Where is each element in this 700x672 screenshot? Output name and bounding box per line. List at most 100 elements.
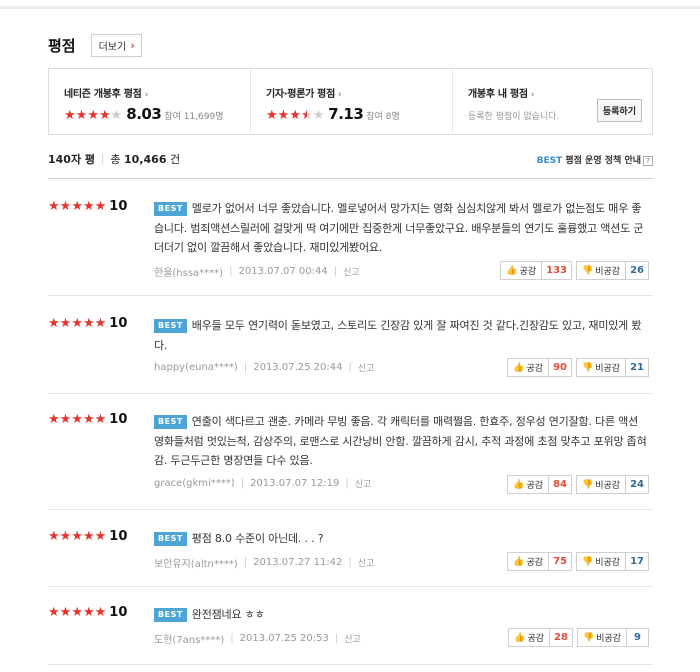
critic-rating-link[interactable]: 기자·평론가 평점 ›: [266, 85, 452, 100]
review-stars: ★ ★ ★ ★ ★: [48, 604, 106, 620]
review-text: 멜로가 없어서 너무 좋았습니다. 멜로넣어서 망가지는 영화 심심치않게 봐서…: [154, 202, 644, 254]
review-author[interactable]: 보안유지(altn****): [154, 555, 238, 570]
register-rating-button[interactable]: 등록하기: [596, 99, 642, 122]
agree-label: 공감: [526, 481, 544, 491]
agree-button[interactable]: 👍 공감 133: [500, 261, 573, 280]
my-rating-link[interactable]: 개봉후 내 평점 ›: [468, 85, 652, 100]
review-divider: [48, 393, 653, 394]
star-icon: ★: [48, 315, 60, 331]
review-divider: [48, 586, 653, 587]
report-link[interactable]: 신고: [358, 556, 375, 569]
star-icon: ★: [94, 411, 107, 427]
thumbs-down-icon: 👎: [582, 362, 594, 373]
review-date: 2013.07.25 20:44: [253, 362, 343, 373]
star-icon: ★: [71, 528, 83, 544]
chevron-right-icon: ›: [130, 39, 135, 52]
agree-count: 133: [541, 262, 571, 279]
star-icon: ★: [82, 315, 95, 331]
review-stars: ★ ★ ★ ★ ★: [48, 315, 107, 331]
star-icon: ★: [82, 528, 95, 544]
total-prefix: 총: [110, 153, 121, 166]
thumbs-down-icon: 👎: [582, 632, 595, 643]
disagree-button[interactable]: 👎 비공감 24: [576, 475, 649, 494]
star-icon: ★: [300, 108, 313, 123]
disagree-button[interactable]: 👎 비공감 17: [576, 552, 649, 571]
critic-rating-label: 기자·평론가 평점: [266, 89, 335, 100]
help-icon[interactable]: ?: [643, 155, 653, 166]
review-author[interactable]: 도현(7ans****): [154, 631, 224, 646]
top-divider: [0, 6, 700, 9]
critic-rating: 기자·평론가 평점 › ★ ★ ★ ★ ★ 7.13 참여 8명: [250, 69, 452, 134]
review-text: 연출이 색다르고 괜춘. 카메라 무빙 좋음. 각 캐릭터를 매력쩔음. 한효주…: [154, 415, 647, 467]
disagree-count: 9: [626, 629, 648, 646]
star-icon: ★: [87, 108, 99, 123]
star-icon: ★: [289, 108, 301, 123]
netizen-count: 참여 11,699명: [164, 112, 224, 122]
policy-link[interactable]: BEST 평점 운영 정책 안내?: [537, 153, 653, 166]
review-date: 2013.07.25 20:53: [239, 632, 329, 644]
disagree-button[interactable]: 👎 비공감 9: [576, 628, 649, 647]
review-score: 10: [109, 529, 128, 544]
star-icon: ★: [277, 108, 290, 123]
agree-button[interactable]: 👍 공감 84: [507, 475, 573, 494]
review-type: 140자 평: [48, 153, 96, 166]
netizen-rating-link[interactable]: 네티즌 개봉후 평점 ›: [64, 85, 250, 100]
arrow-right-icon: ›: [144, 90, 149, 100]
star-rating: ★ ★ ★ ★ ★: [266, 109, 324, 123]
thumbs-up-icon: 👍: [513, 556, 525, 567]
best-badge: BEST: [154, 319, 187, 333]
agree-label: 공감: [526, 364, 544, 374]
total-unit: 건: [169, 153, 181, 166]
thumbs-up-icon: 👍: [514, 632, 526, 643]
review-author[interactable]: 한울(hssa****): [154, 264, 223, 279]
review-stars: ★ ★ ★ ★ ★: [48, 411, 107, 427]
disagree-count: 21: [625, 359, 648, 376]
review-stars: ★ ★ ★ ★ ★: [48, 198, 107, 214]
star-icon: ★: [59, 411, 72, 427]
disagree-label: 비공감: [595, 481, 621, 491]
star-icon: ★: [75, 108, 88, 123]
star-icon: ★: [94, 528, 107, 544]
report-link[interactable]: 신고: [358, 361, 375, 374]
policy-text: 평점 운영 정책 안내: [565, 155, 641, 166]
disagree-label: 비공감: [595, 364, 621, 374]
disagree-count: 17: [625, 553, 648, 570]
agree-button[interactable]: 👍 공감 75: [507, 552, 573, 571]
disagree-count: 24: [625, 476, 648, 493]
best-badge: BEST: [154, 608, 187, 622]
thumbs-up-icon: 👍: [513, 362, 525, 373]
star-icon: ★: [94, 198, 107, 214]
disagree-button[interactable]: 👎 비공감 21: [576, 358, 649, 377]
agree-count: 90: [548, 359, 571, 376]
total-count: 10,466: [124, 152, 167, 166]
best-badge: BEST: [154, 532, 187, 546]
agree-button[interactable]: 👍 공감 90: [507, 358, 573, 377]
agree-label: 공감: [526, 558, 544, 568]
star-icon: ★: [94, 315, 107, 331]
review-score: 10: [109, 199, 128, 214]
agree-count: 75: [548, 553, 571, 570]
agree-count: 28: [549, 629, 572, 646]
review-author[interactable]: happy(euna****): [154, 362, 238, 373]
policy-best: BEST: [536, 155, 563, 166]
review-author[interactable]: grace(gkmi****): [154, 478, 235, 489]
report-link[interactable]: 신고: [343, 265, 360, 278]
more-button[interactable]: 더보기 ›: [90, 34, 142, 57]
star-icon: ★: [71, 315, 83, 331]
review-score: 10: [109, 605, 128, 620]
arrow-right-icon: ›: [337, 90, 342, 100]
thumbs-up-icon: 👍: [506, 265, 518, 276]
review-date: 2013.07.07 12:19: [250, 477, 340, 489]
star-icon: ★: [71, 604, 83, 620]
report-link[interactable]: 신고: [355, 477, 372, 490]
more-label: 더보기: [98, 42, 127, 53]
star-icon: ★: [266, 108, 278, 123]
disagree-button[interactable]: 👎 비공감 26: [576, 261, 649, 280]
netizen-rating-label: 네티즌 개봉후 평점: [64, 89, 142, 100]
agree-count: 84: [548, 476, 571, 493]
review-text: 완전잼네요 ㅎㅎ: [191, 608, 265, 621]
agree-button[interactable]: 👍 공감 28: [508, 628, 573, 647]
report-link[interactable]: 신고: [344, 632, 361, 645]
thumbs-down-icon: 👎: [582, 556, 594, 567]
section-title: 평점: [48, 37, 76, 55]
